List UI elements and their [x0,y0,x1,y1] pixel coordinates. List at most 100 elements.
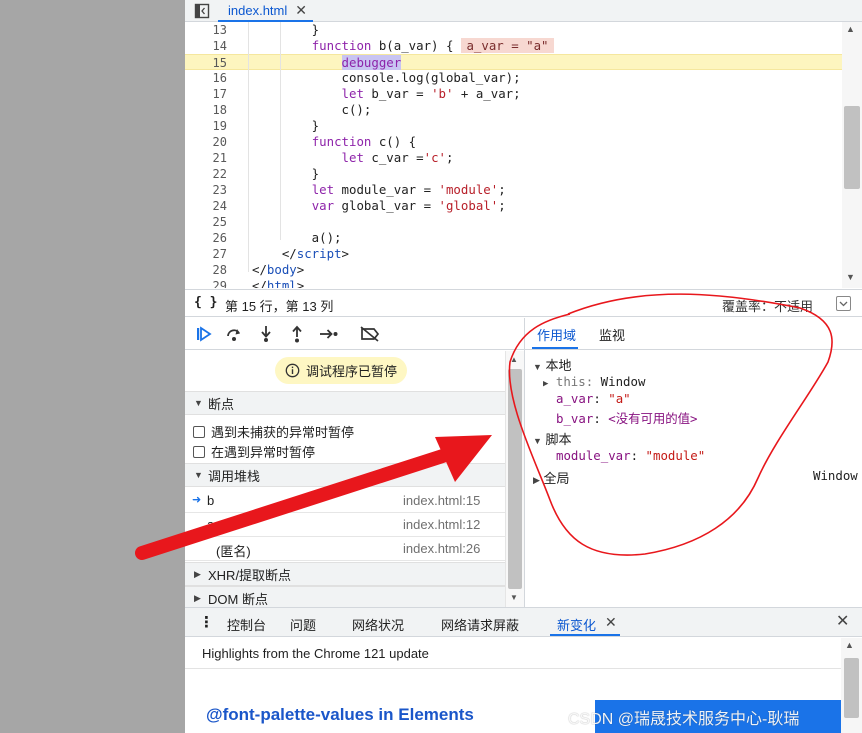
line-number[interactable]: 17 [185,86,227,102]
tab-issues[interactable]: 问题 [290,615,316,634]
scrollbar-thumb[interactable] [844,658,859,718]
line-number[interactable]: 21 [185,150,227,166]
more-tabs-icon[interactable]: ⋮ [199,613,214,631]
var-name: this [555,374,586,389]
line-number[interactable]: 24 [185,198,227,214]
resume-icon[interactable] [193,324,215,344]
code-line[interactable]: 25 [185,214,845,230]
collapsed-triangle-icon: ▶ [543,379,549,389]
navigator-toggle-icon[interactable] [194,3,210,19]
code-line[interactable]: 14 function b(a_var) {a_var = "a" [185,38,845,54]
scope-this-row[interactable]: ▶ this: Window [543,374,645,389]
section-title: 调用堆栈 [208,468,261,484]
scope-global-header[interactable]: ▶ 全局 [533,468,570,487]
scope-watch-tabs: 作用域 监视 [525,318,862,350]
scrollbar-thumb[interactable] [844,106,860,189]
code-text: function b(a_var) {a_var = "a" [252,38,554,54]
call-frame[interactable]: (匿名) index.html:26 [185,537,505,561]
code-line[interactable]: 19 } [185,118,845,134]
code-line[interactable]: 22 } [185,166,845,182]
line-number[interactable]: 18 [185,102,227,118]
drawer-scrollbar[interactable]: ▲ [841,638,862,733]
tab-network-conditions[interactable]: 网络状况 [352,615,404,634]
code-line[interactable]: 16 console.log(global_var); [185,70,845,86]
feature-title-link[interactable]: @font-palette-values in Elements [206,705,474,725]
scope-module-var-row[interactable]: module_var: "module" [556,448,705,463]
scope-local-header[interactable]: ▼ 本地 [533,355,572,374]
code-line[interactable]: 23 let module_var = 'module'; [185,182,845,198]
code-line[interactable]: 28 </body> [185,262,845,278]
frame-location[interactable]: index.html:15 [403,493,480,508]
code-line[interactable]: 26 a(); [185,230,845,246]
line-number[interactable]: 22 [185,166,227,182]
pause-uncaught-option[interactable]: 遇到未捕获的异常时暂停 [193,422,354,441]
section-breakpoints[interactable]: ▼ 断点 [185,391,505,415]
section-xhr-breakpoints[interactable]: ▶ XHR/提取断点 [185,562,505,586]
scope-a-var-row[interactable]: a_var: "a" [556,391,631,406]
tab-console[interactable]: 控制台 [227,615,266,634]
call-frame[interactable]: a index.html:12 [185,513,505,537]
pause-uncaught-label: 遇到未捕获的异常时暂停 [211,425,355,440]
line-number[interactable]: 16 [185,70,227,86]
editor-scrollbar[interactable]: ▲ ▼ [842,22,862,288]
pause-uncaught-checkbox[interactable] [193,425,205,438]
line-number[interactable]: 29 [185,278,227,288]
scroll-up-icon[interactable]: ▲ [510,355,518,364]
scroll-down-icon[interactable]: ▼ [846,272,855,282]
scroll-up-icon[interactable]: ▲ [846,24,855,34]
line-number[interactable]: 25 [185,214,227,230]
code-line[interactable]: 21 let c_var ='c'; [185,150,845,166]
step-into-icon[interactable] [255,324,277,344]
var-value: "module" [645,448,706,463]
scope-b-var-row[interactable]: b_var: <没有可用的值> [556,409,698,427]
tab-network-request-blocking[interactable]: 网络请求屏蔽 [441,615,519,634]
collapsed-triangle-icon: ▶ [194,592,201,603]
frame-location[interactable]: index.html:12 [403,517,480,532]
code-line[interactable]: 13 } [185,22,845,38]
line-number[interactable]: 15 [185,55,227,71]
pause-caught-option[interactable]: 在遇到异常时暂停 [193,442,315,461]
coverage-toggle-icon[interactable] [836,296,851,311]
tab-scope[interactable]: 作用域 [537,325,576,344]
line-number[interactable]: 23 [185,182,227,198]
line-number[interactable]: 27 [185,246,227,262]
code-line[interactable]: 18 c(); [185,102,845,118]
tab-whats-new[interactable]: 新变化 [557,615,596,634]
code-line-current[interactable]: 15 debugger [185,54,845,70]
scroll-down-icon[interactable]: ▼ [510,593,518,602]
scope-script-header[interactable]: ▼ 脚本 [533,429,572,448]
deactivate-breakpoints-icon[interactable] [359,324,381,344]
code-editor[interactable]: 13 } 14 function b(a_var) {a_var = "a" 15 … [185,22,845,288]
line-number[interactable]: 20 [185,134,227,150]
scroll-up-icon[interactable]: ▲ [845,640,854,650]
tab-watch[interactable]: 监视 [599,325,625,344]
frame-function: (匿名) [216,544,251,559]
sidebar-scrollbar[interactable]: ▲ ▼ [505,351,524,607]
section-dom-breakpoints[interactable]: ▶ DOM 断点 [185,586,505,607]
call-frame[interactable]: ➜ b index.html:15 [185,489,505,513]
step-out-icon[interactable] [286,324,308,344]
line-number[interactable]: 14 [185,38,227,54]
code-line[interactable]: 27 </script> [185,246,845,262]
close-tab-icon[interactable]: ✕ [605,615,617,629]
line-number[interactable]: 19 [185,118,227,134]
code-line[interactable]: 29 </html> [185,278,845,288]
code-line[interactable]: 17 let b_var = 'b' + a_var; [185,86,845,102]
step-icon[interactable] [318,324,340,344]
file-tab-index-html[interactable]: index.html ✕ [218,0,313,22]
pause-caught-checkbox[interactable] [193,445,205,458]
indent-guide [280,22,281,240]
line-number[interactable]: 13 [185,22,227,38]
step-over-icon[interactable] [223,324,245,344]
scrollbar-thumb[interactable] [508,369,522,589]
code-line[interactable]: 20 function c() { [185,134,845,150]
close-drawer-icon[interactable]: ✕ [836,614,849,630]
code-line[interactable]: 24 var global_var = 'global'; [185,198,845,214]
close-icon[interactable]: ✕ [295,3,307,17]
section-call-stack[interactable]: ▼ 调用堆栈 [185,463,505,487]
line-number[interactable]: 26 [185,230,227,246]
code-text: } [252,22,320,37]
frame-location[interactable]: index.html:26 [403,541,480,556]
pretty-print-icon[interactable]: { } [194,295,217,310]
line-number[interactable]: 28 [185,262,227,278]
